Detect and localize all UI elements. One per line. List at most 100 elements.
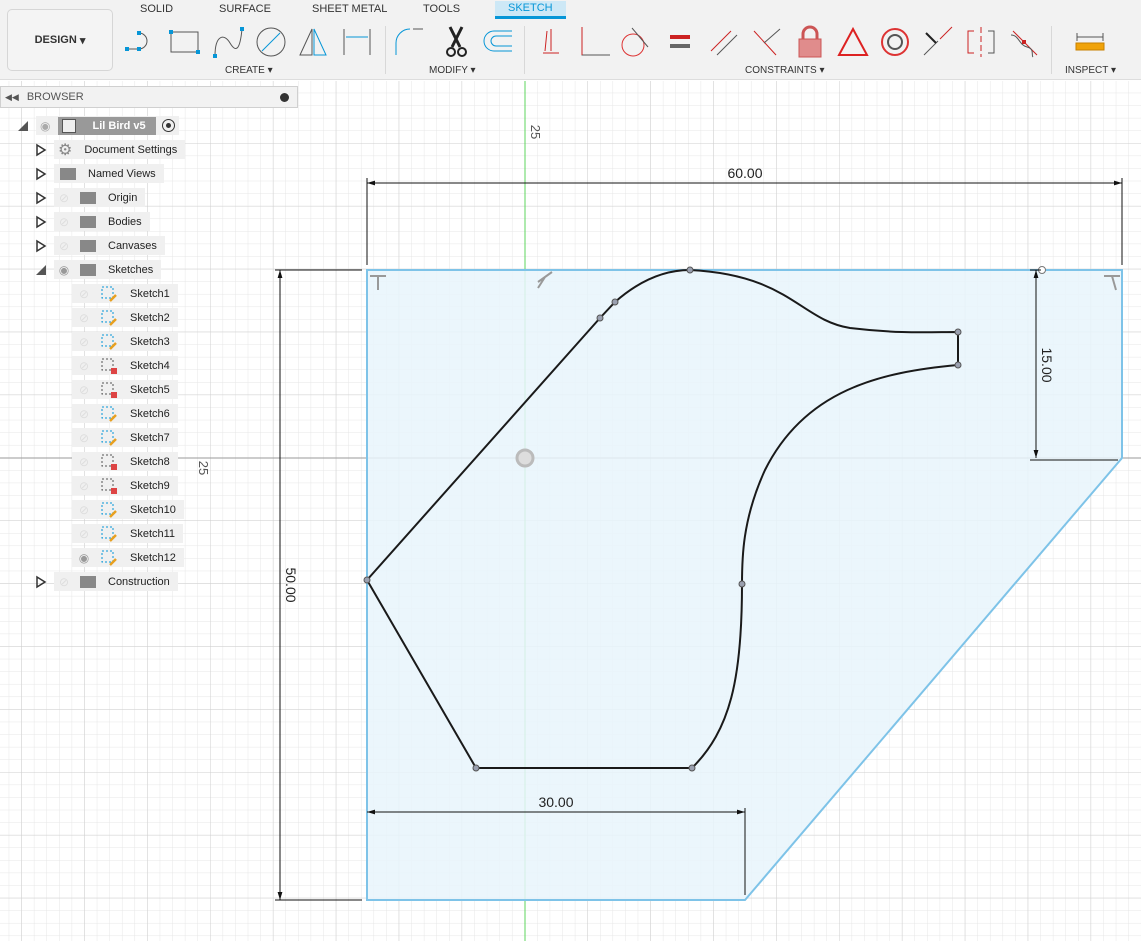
dimension-60[interactable]: 60.00 — [727, 165, 762, 181]
eye-hidden-icon[interactable]: ⊘ — [74, 455, 94, 469]
sketch-item[interactable]: ⊘ Sketch4 — [72, 356, 178, 375]
sketch-item[interactable]: ⊘ Sketch3 — [72, 332, 178, 351]
minimize-icon[interactable] — [280, 92, 289, 102]
eye-hidden-icon[interactable]: ⊘ — [54, 215, 74, 229]
dimension-tool-icon[interactable] — [340, 25, 374, 59]
sketch-label: Sketch12 — [130, 551, 176, 564]
component-icon — [62, 118, 77, 133]
eye-hidden-icon[interactable]: ⊘ — [54, 575, 74, 589]
sketch-item[interactable]: ⊘ Sketch10 — [72, 500, 184, 519]
eye-hidden-icon[interactable]: ⊘ — [74, 335, 94, 349]
tab-sketch[interactable]: SKETCH — [495, 1, 566, 19]
eye-hidden-icon[interactable]: ⊘ — [74, 527, 94, 541]
browser-item-label: Construction — [108, 575, 170, 588]
eye-hidden-icon[interactable]: ⊘ — [54, 239, 74, 253]
browser-item[interactable]: ⊘ Canvases — [34, 236, 165, 255]
tab-solid[interactable]: SOLID — [140, 3, 173, 15]
midpoint-constraint-icon[interactable] — [836, 25, 870, 59]
curvature-constraint-icon[interactable] — [1007, 25, 1041, 59]
sketch-label: Sketch7 — [130, 431, 170, 444]
sketch-item[interactable]: ⊘ Sketch5 — [72, 380, 178, 399]
browser-item[interactable]: ⚙ Document Settings — [34, 140, 186, 159]
expand-triangle-icon[interactable] — [34, 167, 48, 181]
expanded-triangle-icon[interactable] — [34, 263, 48, 277]
browser-item[interactable]: ⊘ Bodies — [34, 212, 150, 231]
spline-tool-icon[interactable] — [212, 25, 246, 59]
inspect-menu[interactable]: INSPECT ▾ — [1065, 65, 1116, 76]
trim-scissors-icon[interactable] — [440, 25, 474, 59]
activate-radio-icon[interactable] — [161, 119, 175, 132]
browser-item[interactable]: ⊘ Origin — [34, 188, 146, 207]
eye-icon[interactable]: ◉ — [74, 551, 94, 565]
measure-ruler-icon[interactable] — [1073, 25, 1107, 59]
eye-hidden-icon[interactable]: ⊘ — [74, 287, 94, 301]
expand-triangle-icon[interactable] — [34, 215, 48, 229]
create-menu[interactable]: CREATE ▾ — [225, 65, 273, 76]
eye-hidden-icon[interactable]: ⊘ — [74, 311, 94, 325]
tab-tools[interactable]: TOOLS — [423, 3, 460, 15]
mirror-tool-icon[interactable] — [296, 25, 330, 59]
fillet-tool-icon[interactable] — [393, 25, 427, 59]
sketch-locked-icon — [101, 478, 117, 494]
tab-sheet-metal[interactable]: SHEET METAL — [312, 3, 387, 15]
sketch-item[interactable]: ⊘ Sketch6 — [72, 404, 178, 423]
eye-hidden-icon[interactable]: ⊘ — [74, 431, 94, 445]
dimension-15[interactable]: 15.00 — [1039, 347, 1055, 382]
browser-title: BROWSER — [26, 91, 84, 103]
sketch-icon — [101, 550, 117, 566]
expand-triangle-icon[interactable] — [34, 239, 48, 253]
workspace-switcher[interactable]: DESIGN ▾ — [7, 9, 113, 71]
symmetry-constraint-icon[interactable] — [964, 25, 998, 59]
modify-menu[interactable]: MODIFY ▾ — [429, 65, 476, 76]
browser-root[interactable]: ◉ Lil Bird v5 — [16, 116, 179, 135]
expanded-triangle-icon[interactable] — [16, 119, 30, 133]
sketch-icon — [101, 334, 117, 350]
browser-panel-header: ◀◀ BROWSER — [0, 86, 298, 108]
expand-triangle-icon[interactable] — [34, 575, 48, 589]
perpendicular-constraint-icon[interactable] — [578, 25, 612, 59]
sketch-item[interactable]: ⊘ Sketch7 — [72, 428, 178, 447]
browser-item[interactable]: ◉ Sketches — [34, 260, 162, 279]
sketch-icon — [101, 310, 117, 326]
eye-hidden-icon[interactable]: ⊘ — [74, 503, 94, 517]
expand-triangle-icon[interactable] — [34, 191, 48, 205]
sketch-label: Sketch2 — [130, 311, 170, 324]
circle-tool-icon[interactable] — [254, 25, 288, 59]
divider — [1051, 26, 1052, 74]
fix-lock-icon[interactable] — [794, 25, 828, 59]
root-label: Lil Bird v5 — [92, 119, 146, 132]
parallel-constraint-icon[interactable] — [705, 25, 739, 59]
sketch-item[interactable]: ⊘ Sketch8 — [72, 452, 178, 471]
sketch-item[interactable]: ⊘ Sketch11 — [72, 524, 184, 543]
sketch-item[interactable]: ⊘ Sketch2 — [72, 308, 178, 327]
concentric-constraint-icon[interactable] — [878, 25, 912, 59]
eye-icon[interactable]: ◉ — [54, 263, 74, 277]
eye-hidden-icon[interactable]: ⊘ — [54, 191, 74, 205]
origin-point[interactable] — [515, 448, 535, 468]
sketch-item[interactable]: ⊘ Sketch9 — [72, 476, 178, 495]
eye-hidden-icon[interactable]: ⊘ — [74, 479, 94, 493]
equal-constraint-icon[interactable] — [667, 25, 701, 59]
eye-icon[interactable]: ◉ — [40, 119, 50, 133]
tangent-constraint-icon[interactable] — [618, 25, 652, 59]
dimension-30[interactable]: 30.00 — [538, 794, 573, 810]
collapse-browser-icon[interactable]: ◀◀ — [5, 92, 19, 103]
line-tool-icon[interactable] — [123, 25, 157, 59]
constraints-menu[interactable]: CONSTRAINTS ▾ — [745, 65, 824, 76]
eye-hidden-icon[interactable]: ⊘ — [74, 407, 94, 421]
rectangle-tool-icon[interactable] — [168, 25, 202, 59]
dimension-50[interactable]: 50.00 — [283, 567, 299, 602]
sketch-item[interactable]: ⊘ Sketch1 — [72, 284, 178, 303]
expand-triangle-icon[interactable] — [34, 143, 48, 157]
tab-surface[interactable]: SURFACE — [219, 3, 271, 15]
coincident-constraint-icon[interactable] — [533, 25, 567, 59]
sketch-item[interactable]: ◉ Sketch12 — [72, 548, 184, 567]
browser-item-construction[interactable]: ⊘ Construction — [34, 572, 178, 591]
browser-item[interactable]: Named Views — [34, 164, 164, 183]
sketch-icon — [101, 526, 117, 542]
collinear-constraint-icon[interactable] — [920, 25, 954, 59]
offset-tool-icon[interactable] — [480, 25, 514, 59]
eye-hidden-icon[interactable]: ⊘ — [74, 359, 94, 373]
perpendicular-lines-icon[interactable] — [750, 25, 784, 59]
eye-hidden-icon[interactable]: ⊘ — [74, 383, 94, 397]
